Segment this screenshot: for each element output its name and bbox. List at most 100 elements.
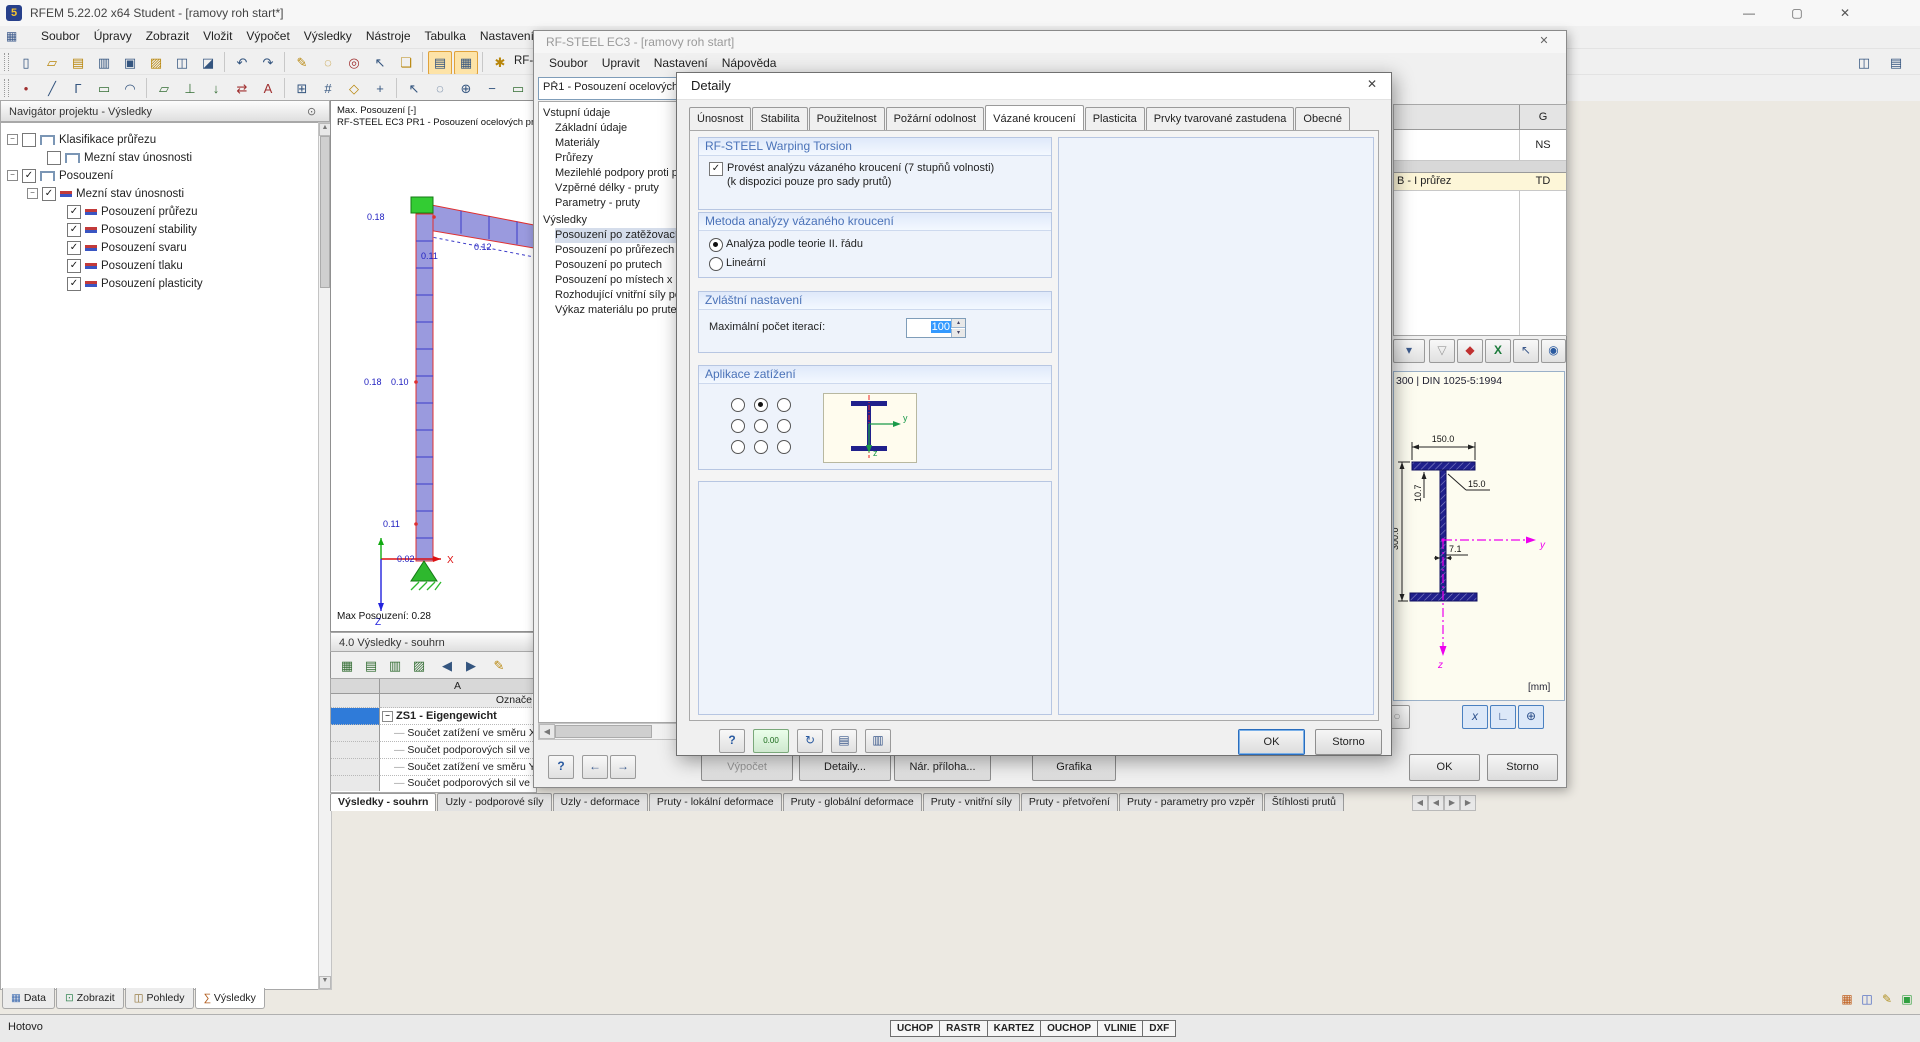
load-pos-radio-7[interactable] xyxy=(731,440,745,454)
column-header-a[interactable]: A xyxy=(380,679,535,694)
rf-titlebar[interactable]: RF-STEEL EC3 - [ramovy roh start] ✕ xyxy=(534,31,1566,54)
zoom-in-button[interactable]: ⊕ xyxy=(454,77,478,101)
snap-toggle-rastr[interactable]: RASTR xyxy=(939,1020,988,1037)
reset-defaults-icon[interactable]: ↻ xyxy=(797,729,823,753)
table-row[interactable]: — Součet podporových sil ve xyxy=(380,742,549,759)
insert-support-button[interactable]: ⊥ xyxy=(178,77,202,101)
zoom-lasso-button[interactable]: ◌ xyxy=(428,77,452,101)
close-button[interactable]: ✕ xyxy=(1822,0,1868,26)
rf-menu-upravit[interactable]: Upravit xyxy=(595,53,647,73)
tree-item-posouzeni-stability[interactable]: ✓ Posouzení stability xyxy=(67,221,197,239)
panel-toggle-button[interactable]: ◫ xyxy=(1852,51,1876,75)
insert-arc-button[interactable]: ◠ xyxy=(118,77,142,101)
x-axis-view-icon[interactable]: x xyxy=(1462,705,1488,729)
colored-table-icon[interactable]: ▦ xyxy=(1838,990,1856,1008)
rf-dropdown-icon[interactable]: ▾ xyxy=(1393,339,1425,363)
rf-row-td[interactable]: TD xyxy=(1520,173,1566,191)
load-pos-radio-9[interactable] xyxy=(777,440,791,454)
excel-export-icon[interactable]: X xyxy=(1485,339,1511,363)
comment-button[interactable]: # xyxy=(316,77,340,101)
rf-ok-button[interactable]: OK xyxy=(1409,754,1480,781)
table-filter-button[interactable]: ▤ xyxy=(359,654,383,678)
rf-help-icon[interactable]: ? xyxy=(548,755,574,779)
edit-pencil-icon[interactable]: ✎ xyxy=(1878,990,1896,1008)
radio-second-order[interactable] xyxy=(709,238,723,252)
table-edit-button[interactable]: ✎ xyxy=(487,654,511,678)
add-button[interactable]: + xyxy=(368,77,392,101)
dialog-cancel-button[interactable]: Storno xyxy=(1315,729,1382,755)
new-window-button[interactable]: ❏ xyxy=(394,51,418,75)
warping-checkbox-label[interactable]: Provést analýzu vázaného kroucení (7 stu… xyxy=(727,162,994,174)
dialog-close-icon[interactable]: ✕ xyxy=(1359,77,1385,95)
prev-table-button[interactable]: ◀ xyxy=(435,654,459,678)
load-pos-radio-5[interactable] xyxy=(754,419,768,433)
tree-item-mezni-stav-2[interactable]: − ✓ Mezní stav únosnosti xyxy=(27,185,184,203)
restore-button[interactable]: ▢ xyxy=(1774,0,1820,26)
rf-menu-soubor[interactable]: Soubor xyxy=(542,53,595,73)
tree-item-posouzeni-plasticity[interactable]: ✓ Posouzení plasticity xyxy=(67,275,203,293)
rf-row-section-label[interactable]: B - I průřez xyxy=(1394,173,1523,191)
tab-plasticita[interactable]: Plasticita xyxy=(1084,107,1145,130)
new-file-button[interactable]: ▯ xyxy=(14,51,38,75)
insert-surface-button[interactable]: ▱ xyxy=(152,77,176,101)
tab-pozarni-odolnost[interactable]: Požární odolnost xyxy=(885,107,985,130)
tab-prvky-tvarovane-zastudena[interactable]: Prvky tvarované zastudena xyxy=(1145,107,1295,130)
menu-vysledky[interactable]: Výsledky xyxy=(297,26,359,46)
menu-nastaveni[interactable]: Nastavení xyxy=(473,26,541,46)
checkbox-checked[interactable]: ✓ xyxy=(67,222,81,237)
table-tab-pruty-lokalni-deformace[interactable]: Pruty - lokální deformace xyxy=(648,793,782,811)
redo-button[interactable]: ↷ xyxy=(256,51,280,75)
import-units-icon[interactable]: ▥ xyxy=(865,729,891,753)
pointer-select-button[interactable]: ↖ xyxy=(368,51,392,75)
table-rows-button[interactable]: ▥ xyxy=(383,654,407,678)
insert-line-button[interactable]: ╱ xyxy=(40,77,64,101)
insert-member-button[interactable]: ▭ xyxy=(92,77,116,101)
checkbox-checked[interactable]: ✓ xyxy=(67,276,81,291)
tree-item-posouzeni-tlaku[interactable]: ✓ Posouzení tlaku xyxy=(67,257,183,275)
rf-prev-window-icon[interactable]: ← xyxy=(582,755,608,779)
insert-node-button[interactable]: • xyxy=(14,77,38,101)
pin-icon[interactable]: ⊙ xyxy=(307,101,316,123)
table-row[interactable]: — Součet podporových sil ve xyxy=(380,776,549,791)
table-ok-button[interactable]: ▦ xyxy=(335,654,359,678)
print-button[interactable]: ◫ xyxy=(170,51,194,75)
tree-item-posouzeni-prurezu[interactable]: ✓ Posouzení průřezu xyxy=(67,203,198,221)
rf-next-window-icon[interactable]: → xyxy=(610,755,636,779)
view-button[interactable]: ▭ xyxy=(506,77,530,101)
tab-pouzitelnost[interactable]: Použitelnost xyxy=(808,107,885,130)
rf-menu-napoveda[interactable]: Nápověda xyxy=(715,53,784,73)
display-toggle-button[interactable]: ▤ xyxy=(1884,51,1908,75)
open-file-button[interactable]: ▱ xyxy=(40,51,64,75)
next-table-button[interactable]: ▶ xyxy=(459,654,483,678)
load-case-button[interactable]: A xyxy=(256,77,280,101)
spin-down-icon[interactable]: ▾ xyxy=(951,329,965,337)
scroll-thumb[interactable] xyxy=(555,725,652,738)
menu-vlozit[interactable]: Vložit xyxy=(196,26,239,46)
rf-close-icon[interactable]: ✕ xyxy=(1530,34,1558,51)
national-annex-button[interactable]: Nár. příloha... xyxy=(894,754,991,781)
table-tab-uzly-podporove-sily[interactable]: Uzly - podporové síly xyxy=(437,793,552,811)
save-archive-button[interactable]: ▥ xyxy=(92,51,116,75)
table-export-button[interactable]: ▨ xyxy=(407,654,431,678)
tree-item-posouzeni-svaru[interactable]: ✓ Posouzení svaru xyxy=(67,239,187,257)
select-arrow-button[interactable]: ↖ xyxy=(402,77,426,101)
collapse-icon[interactable]: − xyxy=(382,710,393,722)
snap-toggle-ouchop[interactable]: OUCHOP xyxy=(1040,1020,1099,1037)
dimension-button[interactable]: ⊞ xyxy=(290,77,314,101)
table-tab-pruty-parametry-vzper[interactable]: Pruty - parametry pro vzpěr xyxy=(1118,793,1263,811)
zoom-section-icon[interactable]: ⊕ xyxy=(1518,705,1544,729)
toolbar-grip[interactable] xyxy=(4,79,9,97)
radio-linear[interactable] xyxy=(709,257,723,271)
menu-vypocet[interactable]: Výpočet xyxy=(239,26,296,46)
scroll-left-icon[interactable]: ◀ xyxy=(539,724,555,739)
axes-view-icon[interactable]: ∟ xyxy=(1490,705,1516,729)
checkbox-unchecked[interactable]: ✓ xyxy=(47,150,61,165)
tree-item-klasifikace[interactable]: −✓Klasifikace průřezu xyxy=(7,131,156,149)
tab-unosnost[interactable]: Únosnost xyxy=(689,107,752,130)
menu-nastroje[interactable]: Nástroje xyxy=(359,26,418,46)
row-header-cell[interactable] xyxy=(331,759,380,776)
save-button[interactable]: ▣ xyxy=(118,51,142,75)
table-tab-uzly-deformace[interactable]: Uzly - deformace xyxy=(552,793,648,811)
graphics-area[interactable]: Max. Posouzení [-] RF-STEEL EC3 PR1 - Po… xyxy=(330,100,547,632)
load-pos-radio-4[interactable] xyxy=(731,419,745,433)
